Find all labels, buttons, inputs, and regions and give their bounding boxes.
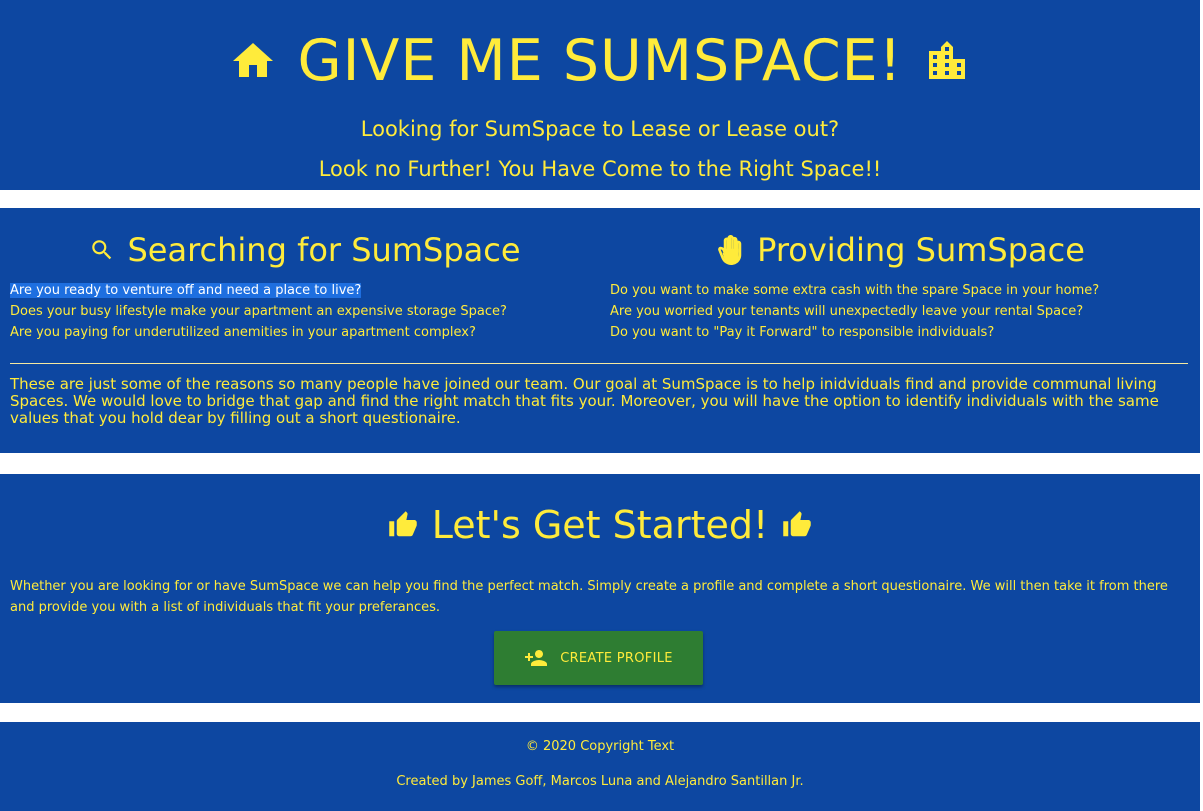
thumbs-up-icon [388, 510, 418, 540]
search-icon [89, 237, 115, 263]
create-profile-button[interactable]: CREATE PROFILE [494, 631, 703, 685]
footer: © 2020 Copyright Text Created by James G… [0, 722, 1200, 811]
credits-text: Created by James Goff, Marcos Luna and A… [396, 774, 804, 789]
get-started-section: Let's Get Started! Whether you are looki… [0, 474, 1200, 703]
get-started-heading-row: Let's Get Started! [0, 500, 1200, 550]
create-profile-label: CREATE PROFILE [560, 650, 673, 666]
providing-question-list: Do you want to make some extra cash with… [610, 280, 1099, 343]
hero-section: GIVE ME SUMSPACE! Looking for SumSpace t… [0, 0, 1200, 190]
reasons-section: Searching for SumSpace Are you ready to … [0, 208, 1200, 453]
get-started-paragraph: Whether you are looking for or have SumS… [10, 579, 1168, 615]
reasons-paragraph: These are just some of the reasons so ma… [10, 375, 1159, 427]
searching-question-list: Are you ready to venture off and need a … [10, 280, 507, 343]
list-item: Does your busy lifestyle make your apart… [10, 304, 507, 319]
thumbs-up-icon [782, 510, 812, 540]
searching-heading: Searching for SumSpace [127, 231, 521, 269]
hero-subtitle-right-space: Look no Further! You Have Come to the Ri… [318, 157, 882, 181]
searching-heading-row: Searching for SumSpace [10, 228, 600, 272]
hero-subtitle-lease: Looking for SumSpace to Lease or Lease o… [360, 117, 840, 141]
copyright-text: © 2020 Copyright Text [525, 739, 675, 754]
get-started-heading: Let's Get Started! [431, 503, 769, 547]
page-title: GIVE ME SUMSPACE! [297, 28, 903, 94]
list-item: Do you want to make some extra cash with… [610, 283, 1100, 298]
list-item: Are you paying for underutilized anemiti… [10, 325, 476, 340]
list-item: Are you ready to venture off and need a … [10, 283, 362, 298]
building-icon [923, 37, 971, 85]
providing-heading: Providing SumSpace [757, 231, 1085, 269]
providing-heading-row: Providing SumSpace [610, 228, 1190, 272]
section-divider [10, 363, 1188, 364]
list-item: Do you want to "Pay it Forward" to respo… [610, 325, 995, 340]
hand-icon [715, 235, 745, 265]
list-item: Are you worried your tenants will unexpe… [610, 304, 1084, 319]
hero-title-row: GIVE ME SUMSPACE! [0, 26, 1200, 96]
home-icon [229, 37, 277, 85]
person-add-icon [524, 646, 548, 670]
